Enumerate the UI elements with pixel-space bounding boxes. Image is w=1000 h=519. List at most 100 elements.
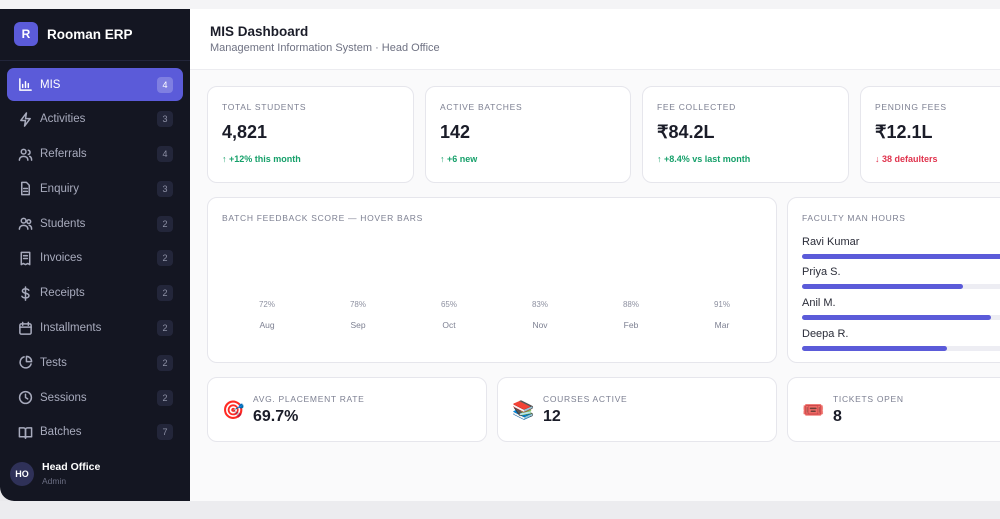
sidebar-item-invoices[interactable]: Invoices 2 [7, 242, 183, 275]
faculty-bar-track [802, 346, 1000, 351]
page-header: MIS Dashboard Management Information Sys… [190, 9, 1000, 70]
sidebar-item-label: Tests [40, 356, 67, 369]
mini-label: AVG. PLACEMENT RATE [253, 394, 365, 404]
faculty-bar-fill [802, 284, 963, 289]
faculty-name: Anil M. [802, 297, 836, 309]
faculty-row-deepa: Deepa R. [802, 328, 1000, 351]
stat-label: TOTAL STUDENTS [222, 102, 307, 112]
app-window: R Rooman ERP MIS 4 Activities 3 Referral… [0, 9, 1000, 501]
sidebar-item-tests[interactable]: Tests 2 [7, 346, 183, 379]
sidebar-item-sessions[interactable]: Sessions 2 [7, 381, 183, 414]
sidebar-nav: MIS 4 Activities 3 Referrals 4 Enquiry 3… [7, 68, 183, 451]
sidebar-item-label: Enquiry [40, 182, 79, 195]
avatar: HO [10, 461, 34, 486]
stat-label: ACTIVE BATCHES [440, 102, 523, 112]
stat-delta: ↑ +6 new [440, 154, 478, 164]
window-bottom-strip [0, 501, 1000, 519]
stat-card-pending-fees: PENDING FEES ₹12.1L ↓ 38 defaulters [860, 86, 1000, 183]
document-icon [17, 181, 33, 197]
sidebar-item-label: MIS [40, 78, 61, 91]
chart-bar-aug[interactable]: 72% Aug [222, 238, 312, 338]
stat-value: 4,821 [222, 122, 268, 142]
user-profile[interactable]: HO Head Office Admin [10, 461, 100, 486]
user-text: Head Office Admin [42, 461, 100, 486]
sidebar-item-batches[interactable]: Batches 7 [7, 416, 183, 449]
bar-category-label: Aug [259, 320, 275, 330]
stat-delta: ↓ 38 defaulters [875, 154, 938, 164]
bar-value-label: 65% [440, 300, 457, 309]
sidebar-item-installments[interactable]: Installments 2 [7, 312, 183, 345]
mini-label: COURSES ACTIVE [543, 394, 628, 404]
faculty-bar-track [802, 284, 1000, 289]
feedback-chart-card: BATCH FEEDBACK SCORE — HOVER BARS 72% Aug… [207, 197, 777, 363]
sidebar-item-mis[interactable]: MIS 4 [7, 68, 183, 101]
sidebar-item-count: 2 [157, 285, 173, 302]
faculty-hours-card: FACULTY MAN HOURS Ravi Kumar Priya S. An… [787, 197, 1000, 363]
stat-value: 142 [440, 122, 471, 142]
sidebar-item-students[interactable]: Students 2 [7, 207, 183, 240]
sidebar-item-label: Receipts [40, 287, 85, 300]
sidebar-item-count: 2 [157, 354, 173, 371]
mini-card-courses: 📚 COURSES ACTIVE 12 [497, 377, 777, 442]
bar-category-label: Feb [623, 320, 639, 330]
chart-bar-sep[interactable]: 78% Sep [313, 238, 403, 338]
window-top-strip [0, 0, 1000, 9]
chart-bar-feb[interactable]: 88% Feb [586, 238, 676, 338]
bar-value-label: 91% [713, 300, 730, 309]
target-icon: 🎯 [222, 400, 245, 420]
sidebar: R Rooman ERP MIS 4 Activities 3 Referral… [0, 9, 190, 501]
chart-bar-mar[interactable]: 91% Mar [677, 238, 767, 338]
faculty-name: Deepa R. [802, 328, 849, 340]
bar-value-label: 78% [349, 300, 366, 309]
stat-label: PENDING FEES [875, 102, 947, 112]
sidebar-item-count: 2 [157, 320, 173, 337]
sidebar-item-enquiry[interactable]: Enquiry 3 [7, 172, 183, 205]
faculty-row-priya: Priya S. [802, 266, 1000, 289]
chart-bar-nov[interactable]: 83% Nov [495, 238, 585, 338]
bar-category-label: Oct [442, 320, 456, 330]
sidebar-item-activities[interactable]: Activities 3 [7, 103, 183, 136]
sidebar-item-referrals[interactable]: Referrals 4 [7, 138, 183, 171]
sidebar-item-count: 4 [157, 146, 173, 163]
sidebar-item-label: Installments [40, 322, 102, 335]
clock-icon [17, 390, 33, 406]
sidebar-item-count: 3 [157, 180, 173, 197]
user-role: Admin [42, 476, 67, 486]
brand[interactable]: R Rooman ERP [14, 22, 133, 46]
sidebar-item-label: Students [40, 217, 86, 230]
sidebar-item-label: Batches [40, 426, 82, 439]
users-icon [17, 146, 33, 162]
chart-bar-oct[interactable]: 65% Oct [404, 238, 494, 338]
mini-value: 12 [543, 408, 561, 425]
page-subtitle: Management Information System · Head Off… [210, 42, 440, 54]
faculty-bar-fill [802, 254, 1000, 259]
chart-title: BATCH FEEDBACK SCORE — HOVER BARS [222, 213, 424, 223]
ticket-icon: 🎟️ [802, 400, 825, 420]
stat-value: ₹12.1L [875, 122, 933, 142]
sidebar-item-label: Referrals [40, 148, 87, 161]
bar-category-label: Nov [532, 320, 548, 330]
faculty-title: FACULTY MAN HOURS [802, 213, 906, 223]
mini-value: 69.7% [253, 408, 299, 425]
sidebar-item-receipts[interactable]: Receipts 2 [7, 277, 183, 310]
activity-icon [17, 111, 33, 127]
sidebar-item-count: 2 [157, 250, 173, 267]
sidebar-divider [0, 60, 190, 61]
faculty-bar-track [802, 254, 1000, 259]
stat-delta: ↑ +8.4% vs last month [657, 154, 751, 164]
students-icon [17, 216, 33, 232]
bar-value-label: 72% [258, 300, 275, 309]
books-icon: 📚 [512, 400, 535, 420]
sidebar-item-label: Invoices [40, 252, 83, 265]
faculty-row-anil: Anil M. [802, 297, 1000, 320]
bar-chart-icon [17, 77, 33, 93]
user-name: Head Office [42, 461, 101, 473]
bar-category-label: Mar [714, 320, 730, 330]
faculty-name: Ravi Kumar [802, 236, 860, 248]
pie-icon [17, 355, 33, 371]
brand-name: Rooman ERP [47, 26, 133, 42]
mini-card-tickets: 🎟️ TICKETS OPEN 8 [787, 377, 1000, 442]
faculty-bar-fill [802, 315, 992, 320]
faculty-bar-track [802, 315, 1000, 320]
sidebar-item-count: 2 [157, 389, 173, 406]
